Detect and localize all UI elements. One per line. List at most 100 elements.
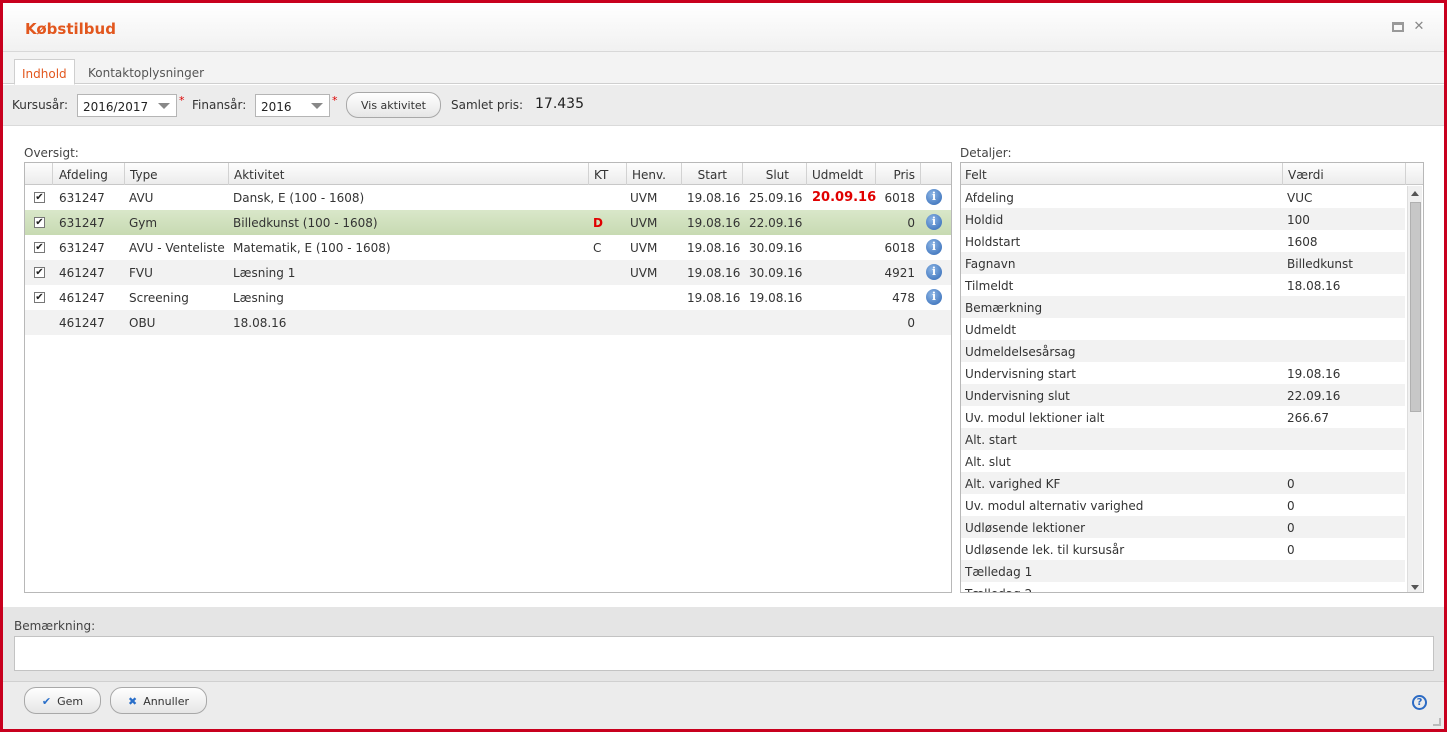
detail-row[interactable]: Udløsende lek. til kursusår 0 — [961, 538, 1405, 560]
info-icon[interactable]: i — [926, 264, 942, 280]
row-checkbox[interactable]: ✔ — [34, 267, 45, 278]
tab-kontaktoplysninger[interactable]: Kontaktoplysninger — [81, 59, 211, 85]
detail-row[interactable]: Afdeling VUC — [961, 186, 1405, 208]
cancel-button-label: Annuller — [143, 695, 190, 708]
cell-slut: 30.09.16 — [749, 266, 803, 280]
table-row-selected[interactable]: ✔ 631247 Gym Billedkunst (100 - 1608) D … — [25, 210, 951, 235]
cell-start: 19.08.16 — [687, 191, 741, 205]
resize-handle-icon[interactable] — [1433, 718, 1441, 726]
detail-felt: Alt. start — [965, 433, 1017, 447]
detail-felt: Afdeling — [965, 191, 1014, 205]
help-icon[interactable]: ? — [1412, 695, 1427, 710]
cell-kt: C — [593, 241, 602, 255]
scroll-down-icon[interactable] — [1411, 585, 1419, 590]
cell-slut: 22.09.16 — [749, 216, 803, 230]
detail-row[interactable]: Udmeldt — [961, 318, 1405, 340]
kursusar-value: 2016/2017 — [83, 100, 149, 114]
info-icon[interactable]: i — [926, 239, 942, 255]
cell-pris: 6018 — [884, 191, 915, 205]
column-header-kt[interactable]: KT — [589, 163, 627, 185]
cell-start: 19.08.16 — [687, 266, 741, 280]
column-header-vaerdi[interactable]: Værdi — [1283, 163, 1406, 185]
table-row[interactable]: ✔ 461247 FVU Læsning 1 UVM 19.08.16 30.0… — [25, 260, 951, 285]
detail-row[interactable]: Alt. start — [961, 428, 1405, 450]
detail-row[interactable]: Holdstart 1608 — [961, 230, 1405, 252]
column-header-type[interactable]: Type — [125, 163, 229, 185]
column-header-afdeling[interactable]: Afdeling — [53, 163, 125, 185]
column-header-aktivitet[interactable]: Aktivitet — [229, 163, 589, 185]
cell-afdeling: 631247 — [59, 216, 105, 230]
detaljer-label: Detaljer: — [960, 146, 1012, 160]
detail-row[interactable]: Tælledag 2 — [961, 582, 1405, 592]
row-checkbox[interactable]: ✔ — [34, 192, 45, 203]
detail-row[interactable]: Tilmeldt 18.08.16 — [961, 274, 1405, 296]
tab-indhold[interactable]: Indhold — [14, 59, 75, 85]
cancel-button[interactable]: ✖ Annuller — [110, 687, 207, 714]
cell-afdeling: 631247 — [59, 241, 105, 255]
detail-row[interactable]: Alt. varighed KF 0 — [961, 472, 1405, 494]
filter-toolbar: Kursusår: 2016/2017 * Finansår: 2016 * V… — [3, 85, 1444, 126]
detail-felt: Alt. varighed KF — [965, 477, 1061, 491]
column-header-udmeldt[interactable]: Udmeldt — [807, 163, 876, 185]
detail-row[interactable]: Undervisning start 19.08.16 — [961, 362, 1405, 384]
scroll-up-icon[interactable] — [1411, 191, 1419, 196]
detail-row[interactable]: Holdid 100 — [961, 208, 1405, 230]
samlet-pris-label: Samlet pris: — [451, 98, 524, 112]
required-mark: * — [332, 94, 338, 107]
detail-vaerdi: 19.08.16 — [1287, 367, 1341, 381]
close-icon[interactable]: ✕ — [1412, 20, 1426, 34]
detail-row[interactable]: Tælledag 1 — [961, 560, 1405, 582]
cell-slut: 25.09.16 — [749, 191, 803, 205]
detail-row[interactable]: Fagnavn Billedkunst — [961, 252, 1405, 274]
save-button[interactable]: ✔ Gem — [24, 687, 101, 714]
detail-row[interactable]: Uv. modul alternativ varighed 0 — [961, 494, 1405, 516]
detail-row[interactable]: Udløsende lektioner 0 — [961, 516, 1405, 538]
column-header-check — [25, 163, 53, 185]
row-checkbox[interactable]: ✔ — [34, 217, 45, 228]
detail-row[interactable]: Udmeldelsesårsag — [961, 340, 1405, 362]
finansar-select[interactable]: 2016 — [255, 94, 330, 117]
required-mark: * — [179, 94, 185, 107]
table-row[interactable]: ✔ 631247 AVU Dansk, E (100 - 1608) UVM 1… — [25, 185, 951, 210]
scroll-thumb[interactable] — [1410, 202, 1421, 412]
detail-felt: Tilmeldt — [965, 279, 1014, 293]
column-header-slut[interactable]: Slut — [743, 163, 807, 185]
remark-input[interactable] — [14, 636, 1434, 671]
column-header-info — [921, 163, 951, 185]
row-checkbox[interactable]: ✔ — [34, 292, 45, 303]
table-row[interactable]: 461247 OBU 18.08.16 0 — [25, 310, 951, 335]
column-header-start[interactable]: Start — [682, 163, 743, 185]
info-icon[interactable]: i — [926, 289, 942, 305]
cell-pris: 6018 — [884, 241, 915, 255]
remark-label: Bemærkning: — [14, 619, 96, 633]
details-scrollbar[interactable] — [1407, 186, 1422, 592]
column-header-henv[interactable]: Henv. — [627, 163, 682, 185]
kursusar-label: Kursusår: — [12, 98, 69, 112]
vis-aktivitet-button[interactable]: Vis aktivitet — [346, 92, 441, 118]
table-row[interactable]: ✔ 461247 Screening Læsning 19.08.16 19.0… — [25, 285, 951, 310]
detail-row[interactable]: Uv. modul lektioner ialt 266.67 — [961, 406, 1405, 428]
detail-row[interactable]: Bemærkning — [961, 296, 1405, 318]
remark-section: Bemærkning: — [3, 607, 1444, 681]
detail-row[interactable]: Undervisning slut 22.09.16 — [961, 384, 1405, 406]
column-header-pris[interactable]: Pris — [876, 163, 921, 185]
title-bar: Købstilbud ✕ — [3, 3, 1444, 52]
chevron-down-icon — [158, 103, 170, 109]
row-checkbox[interactable]: ✔ — [34, 242, 45, 253]
cell-henv: UVM — [630, 266, 658, 280]
column-header-felt[interactable]: Felt — [961, 163, 1283, 185]
cell-aktivitet: Billedkunst (100 - 1608) — [233, 216, 378, 230]
detail-vaerdi: 0 — [1287, 477, 1295, 491]
table-row[interactable]: ✔ 631247 AVU - Venteliste Matematik, E (… — [25, 235, 951, 260]
info-icon[interactable]: i — [926, 189, 942, 205]
info-icon[interactable]: i — [926, 214, 942, 230]
cell-afdeling: 461247 — [59, 316, 105, 330]
detail-felt: Udløsende lek. til kursusår — [965, 543, 1125, 557]
cell-type: FVU — [129, 266, 153, 280]
cell-aktivitet: Læsning 1 — [233, 266, 296, 280]
cell-aktivitet: Matematik, E (100 - 1608) — [233, 241, 391, 255]
kursusar-select[interactable]: 2016/2017 — [77, 94, 177, 117]
maximize-icon[interactable] — [1392, 22, 1404, 32]
detail-row[interactable]: Alt. slut — [961, 450, 1405, 472]
overview-table: Afdeling Type Aktivitet KT Henv. Start S… — [24, 162, 952, 593]
